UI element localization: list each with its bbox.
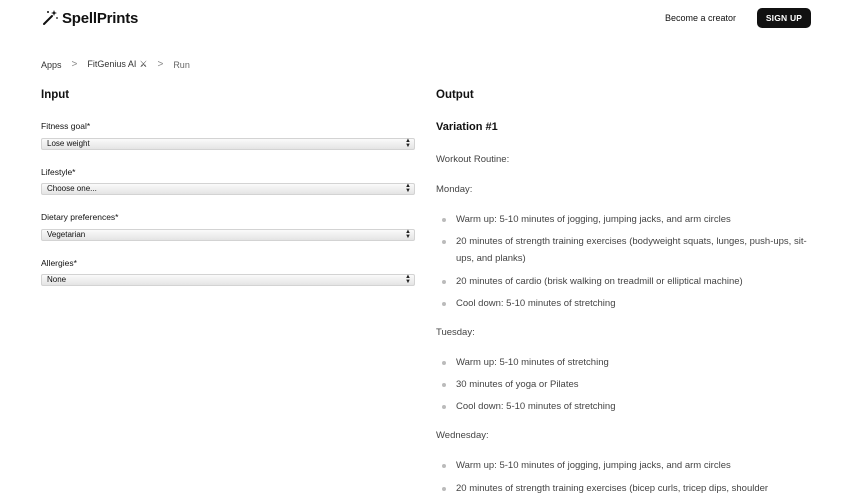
- breadcrumb-separator: >: [71, 59, 78, 70]
- list-item: Cool down: 5-10 minutes of stretching: [456, 401, 616, 412]
- day-heading: Tuesday:: [436, 327, 475, 338]
- list-item: Warm up: 5-10 minutes of stretching: [456, 357, 609, 368]
- list-bullet: [442, 218, 446, 222]
- allergies-value: None: [47, 275, 67, 284]
- list-item: 20 minutes of cardio (brisk walking on t…: [456, 276, 743, 287]
- day-heading: Wednesday:: [436, 430, 489, 441]
- list-bullet: [442, 302, 446, 306]
- select-arrows-icon: ▲ ▼: [405, 274, 411, 285]
- lifestyle-value: Choose one...: [47, 184, 97, 193]
- list-bullet: [442, 240, 446, 244]
- list-item: 20 minutes of strength training exercise…: [456, 483, 769, 494]
- select-arrows-icon: ▲ ▼: [405, 229, 411, 240]
- allergies-select[interactable]: None ▲ ▼: [41, 274, 415, 286]
- list-bullet: [442, 405, 446, 409]
- list-item: 30 minutes of yoga or Pilates: [456, 379, 579, 390]
- list-bullet: [442, 464, 446, 468]
- fitness-goal-value: Lose weight: [47, 139, 90, 148]
- dietary-preferences-select[interactable]: Vegetarian ▲ ▼: [41, 229, 415, 241]
- list-item: Cool down: 5-10 minutes of stretching: [456, 298, 616, 309]
- dietary-preferences-label: Dietary preferences*: [41, 212, 119, 222]
- variation-heading: Variation #1: [436, 121, 498, 133]
- top-header: SpellPrints Become a creator SIGN UP: [0, 0, 843, 40]
- fitness-goal-label: Fitness goal*: [41, 121, 91, 131]
- allergies-label: Allergies*: [41, 258, 77, 268]
- sign-up-button[interactable]: SIGN UP: [757, 8, 811, 28]
- breadcrumb-apps[interactable]: Apps: [41, 60, 62, 70]
- breadcrumb-app[interactable]: FitGenius AI ⚔: [87, 59, 147, 70]
- breadcrumb: Apps > FitGenius AI ⚔ > Run: [41, 59, 190, 70]
- breadcrumb-separator: >: [157, 59, 164, 70]
- list-item: Warm up: 5-10 minutes of jogging, jumpin…: [456, 214, 731, 225]
- list-bullet: [442, 280, 446, 284]
- output-intro: Workout Routine:: [436, 154, 510, 165]
- logo-text: SpellPrints: [62, 9, 139, 27]
- breadcrumb-app-label: FitGenius AI: [87, 59, 137, 69]
- list-item: Warm up: 5-10 minutes of jogging, jumpin…: [456, 460, 731, 471]
- list-bullet: [442, 383, 446, 387]
- crossed-swords-icon: ⚔: [139, 59, 148, 69]
- breadcrumb-current: Run: [173, 59, 190, 70]
- magic-wand-icon: [43, 10, 58, 25]
- day-heading: Monday:: [436, 184, 473, 195]
- lifestyle-select[interactable]: Choose one... ▲ ▼: [41, 183, 415, 195]
- logo[interactable]: SpellPrints: [41, 9, 138, 27]
- dietary-preferences-value: Vegetarian: [47, 230, 86, 239]
- select-arrows-icon: ▲ ▼: [405, 138, 411, 149]
- list-bullet: [442, 361, 446, 365]
- output-title: Output: [436, 89, 474, 101]
- lifestyle-label: Lifestyle*: [41, 167, 76, 177]
- input-title: Input: [41, 89, 70, 101]
- list-bullet: [442, 487, 446, 491]
- fitness-goal-select[interactable]: Lose weight ▲ ▼: [41, 138, 415, 150]
- select-arrows-icon: ▲ ▼: [405, 183, 411, 194]
- list-item: 20 minutes of strength training exercise…: [456, 236, 807, 264]
- become-creator-link[interactable]: Become a creator: [665, 13, 736, 23]
